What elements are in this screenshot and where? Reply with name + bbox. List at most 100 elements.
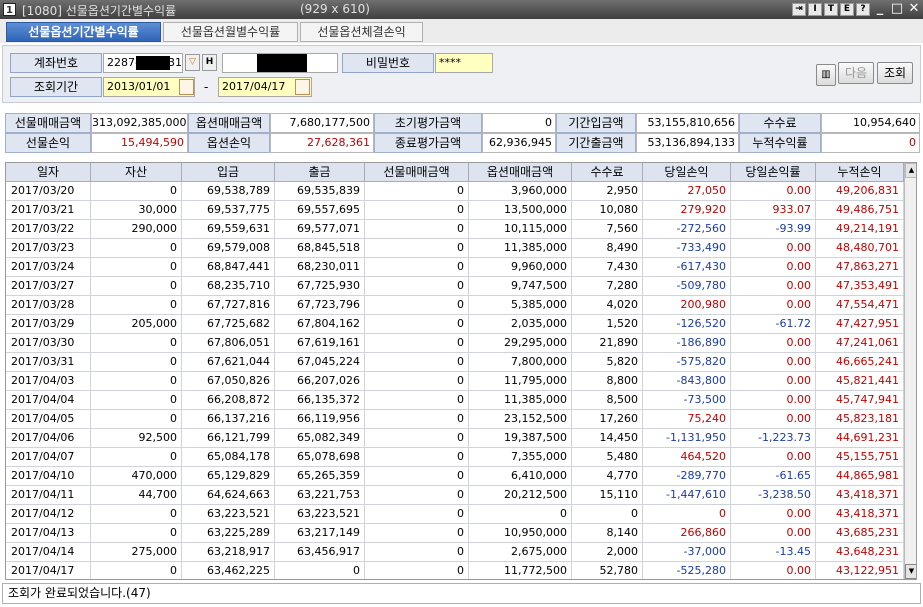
cell-deposit: 69,538,789 [182, 182, 275, 201]
cell-fee: 8,490 [572, 239, 643, 258]
cell-daily-pnl: -525,280 [643, 562, 731, 579]
cell-asset: 0 [91, 296, 182, 315]
cell-cumulative-pnl: 44,865,981 [816, 467, 904, 486]
column-header-cumulative-pnl[interactable]: 누적손익 [816, 163, 904, 182]
cell-fee: 7,560 [572, 220, 643, 239]
next-button[interactable]: 다음 [838, 62, 874, 84]
cell-asset: 0 [91, 334, 182, 353]
status-bar: 조회가 완료되었습니다.(47) [2, 583, 921, 604]
table-row[interactable]: 2017/03/20 0 69,538,789 69,535,839 0 3,960,00… [6, 182, 904, 201]
cell-futures-amount: 0 [365, 486, 469, 505]
table-row[interactable]: 2017/04/10 470,000 65,129,829 65,265,359 0 6,… [6, 467, 904, 486]
cell-deposit: 67,050,826 [182, 372, 275, 391]
window-menu-icon[interactable]: 1 [3, 3, 16, 16]
cell-date: 2017/04/13 [6, 524, 91, 543]
cell-asset: 0 [91, 258, 182, 277]
cell-options-amount: 29,295,000 [469, 334, 572, 353]
table-row[interactable]: 2017/04/06 92,500 66,121,799 65,082,349 0 19,… [6, 429, 904, 448]
table-row[interactable]: 2017/04/13 0 63,225,289 63,217,149 0 10,950,0… [6, 524, 904, 543]
column-header-options-amount[interactable]: 옵션매매금액 [469, 163, 572, 182]
column-header-deposit[interactable]: 입금 [182, 163, 275, 182]
summary-value: 7,680,177,500 [270, 113, 374, 133]
column-header-withdrawal[interactable]: 출금 [275, 163, 365, 182]
cell-cumulative-pnl: 43,122,951 [816, 562, 904, 579]
table-row[interactable]: 2017/03/31 0 67,621,044 67,045,224 0 7,800,00… [6, 353, 904, 372]
table-row[interactable]: 2017/03/23 0 69,579,008 68,845,518 0 11,385,0… [6, 239, 904, 258]
cell-daily-return: 0.00 [731, 410, 816, 429]
table-row[interactable]: 2017/04/04 0 66,208,872 66,135,372 0 11,385,0… [6, 391, 904, 410]
summary-label: 기간출금액 [556, 133, 636, 153]
cell-daily-pnl: -186,890 [643, 334, 731, 353]
search-button[interactable]: 조회 [877, 62, 913, 84]
column-header-fee[interactable]: 수수료 [572, 163, 643, 182]
tab-execution-pnl[interactable]: 선물옵션체결손익 [300, 22, 423, 42]
close-button[interactable]: ✕ [906, 1, 922, 17]
table-row[interactable]: 2017/04/03 0 67,050,826 66,207,026 0 11,795,0… [6, 372, 904, 391]
scroll-down-icon[interactable]: ▼ [905, 564, 916, 579]
cell-daily-return: -13.45 [731, 543, 816, 562]
link-arrow-icon[interactable]: ⇥ [792, 3, 806, 16]
tool-button-e[interactable]: E [840, 3, 854, 16]
minimize-button[interactable]: _ [872, 1, 888, 17]
dropdown-arrow-icon[interactable]: ▽ [185, 54, 200, 71]
column-header-asset[interactable]: 자산 [91, 163, 182, 182]
table-row[interactable]: 2017/03/21 30,000 69,537,775 69,557,695 0 13,… [6, 201, 904, 220]
column-header-futures-amount[interactable]: 선물매매금액 [365, 163, 469, 182]
cell-daily-pnl: -843,800 [643, 372, 731, 391]
cell-daily-return: 0.00 [731, 296, 816, 315]
cell-daily-return: 0.00 [731, 334, 816, 353]
tool-button-t[interactable]: T [824, 3, 838, 16]
table-row[interactable]: 2017/03/29 205,000 67,725,682 67,804,162 0 2,… [6, 315, 904, 334]
cell-asset: 0 [91, 562, 182, 579]
column-header-daily-return[interactable]: 당일손익률 [731, 163, 816, 182]
table-row[interactable]: 2017/03/24 0 68,847,441 68,230,011 0 9,960,00… [6, 258, 904, 277]
summary-label: 초기평가금액 [374, 113, 482, 133]
help-button[interactable]: ? [856, 3, 870, 16]
cell-daily-pnl: -575,820 [643, 353, 731, 372]
tab-period-returns[interactable]: 선물옵션기간별수익률 [6, 22, 161, 42]
cell-options-amount: 20,212,500 [469, 486, 572, 505]
calendar-icon[interactable] [295, 79, 310, 95]
cell-futures-amount: 0 [365, 353, 469, 372]
cell-daily-pnl: -73,500 [643, 391, 731, 410]
date-separator: - [204, 80, 209, 94]
table-row[interactable]: 2017/04/07 0 65,084,178 65,078,698 0 7,355,00… [6, 448, 904, 467]
table-row[interactable]: 2017/04/11 44,700 64,624,663 63,221,753 0 20,… [6, 486, 904, 505]
table-row[interactable]: 2017/03/30 0 67,806,051 67,619,161 0 29,295,0… [6, 334, 904, 353]
cell-asset: 275,000 [91, 543, 182, 562]
table-row[interactable]: 2017/04/17 0 63,462,225 0 0 11,772,500 52,780-… [6, 562, 904, 579]
table-row[interactable]: 2017/03/27 0 68,235,710 67,725,930 0 9,747,50… [6, 277, 904, 296]
cell-daily-return: 933.07 [731, 201, 816, 220]
table-row[interactable]: 2017/03/22 290,000 69,559,631 69,577,071 0 10… [6, 220, 904, 239]
cell-options-amount: 7,800,000 [469, 353, 572, 372]
table-row[interactable]: 2017/03/28 0 67,727,816 67,723,796 0 5,385,00… [6, 296, 904, 315]
cell-withdrawal: 67,804,162 [275, 315, 365, 334]
calendar-icon[interactable] [179, 79, 194, 95]
cell-options-amount: 11,385,000 [469, 239, 572, 258]
column-header-date[interactable]: 일자 [6, 163, 91, 182]
cell-asset: 0 [91, 505, 182, 524]
cell-deposit: 63,462,225 [182, 562, 275, 579]
cell-daily-pnl: -617,430 [643, 258, 731, 277]
table-row[interactable]: 2017/04/12 0 63,223,521 63,223,521 0 0 0 0 0.00 4… [6, 505, 904, 524]
vertical-scrollbar[interactable]: ▲ ▼ [904, 163, 916, 579]
cell-daily-pnl: 27,050 [643, 182, 731, 201]
password-input[interactable]: **** [435, 53, 493, 73]
tab-monthly-returns[interactable]: 선물옵션월별수익률 [163, 22, 298, 42]
tool-button-i[interactable]: I [808, 3, 822, 16]
cell-daily-pnl: -733,490 [643, 239, 731, 258]
maximize-button[interactable]: □ [889, 1, 905, 17]
account-name-field [222, 53, 338, 73]
cell-options-amount: 2,035,000 [469, 315, 572, 334]
scroll-up-icon[interactable]: ▲ [905, 163, 916, 178]
returns-table[interactable]: 일자 자산 입금 출금 선물매매금액 옵션매매금액 수수료 당일손익 당일손익률 누적손익 201… [5, 162, 917, 580]
cell-withdrawal: 65,078,698 [275, 448, 365, 467]
column-header-daily-pnl[interactable]: 당일손익 [643, 163, 731, 182]
cell-date: 2017/04/05 [6, 410, 91, 429]
cell-asset: 0 [91, 372, 182, 391]
chart-icon[interactable]: ▥ [816, 64, 836, 86]
table-row[interactable]: 2017/04/14 275,000 63,218,917 63,456,917 0 2,… [6, 543, 904, 562]
account-search-icon[interactable]: H [202, 54, 217, 71]
account-input[interactable]: 2287- 31 [103, 53, 183, 73]
table-row[interactable]: 2017/04/05 0 66,137,216 66,119,956 0 23,152,5… [6, 410, 904, 429]
